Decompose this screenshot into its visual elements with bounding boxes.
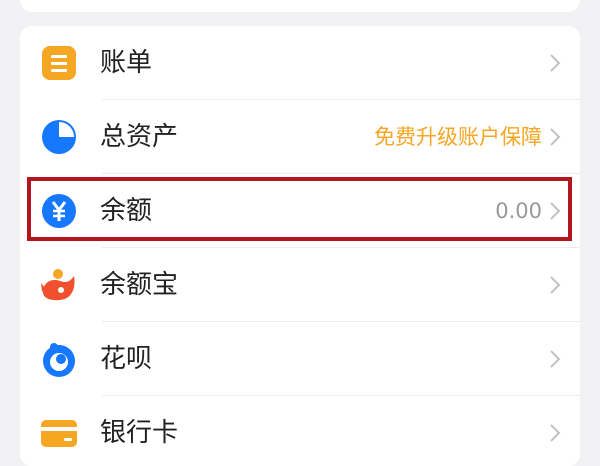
menu-item-yuebao[interactable]: 余额宝 (20, 248, 580, 322)
menu-item-label: 账单 (100, 48, 153, 78)
yuebao-icon (40, 266, 78, 304)
menu-item-bank-card[interactable]: 银行卡 (20, 396, 580, 466)
menu-item-label: 余额宝 (100, 270, 179, 300)
pie-chart-icon (40, 118, 78, 156)
menu-item-balance[interactable]: 余额 0.00 (20, 174, 580, 248)
huabei-icon (40, 340, 78, 378)
menu-item-label: 银行卡 (100, 418, 179, 448)
menu-item-label: 总资产 (100, 122, 179, 152)
menu-card: 账单 总资产 免费升级账户保障 余额 0.00 余额宝 花呗 银行卡 (20, 26, 580, 466)
chevron-right-icon (548, 127, 562, 147)
menu-item-bill[interactable]: 账单 (20, 26, 580, 100)
yuan-icon (40, 192, 78, 230)
bill-icon (40, 44, 78, 82)
menu-item-label: 花呗 (100, 344, 153, 374)
chevron-right-icon (548, 201, 562, 221)
chevron-right-icon (548, 423, 562, 443)
chevron-right-icon (548, 53, 562, 73)
menu-item-label: 余额 (100, 196, 153, 226)
upgrade-protection-link[interactable]: 免费升级账户保障 (374, 100, 542, 174)
menu-item-huabei[interactable]: 花呗 (20, 322, 580, 396)
chevron-right-icon (548, 349, 562, 369)
balance-amount: 0.00 (495, 199, 542, 223)
bank-card-icon (40, 414, 78, 452)
top-card-edge (20, 0, 580, 12)
menu-item-total-assets[interactable]: 总资产 免费升级账户保障 (20, 100, 580, 174)
chevron-right-icon (548, 275, 562, 295)
